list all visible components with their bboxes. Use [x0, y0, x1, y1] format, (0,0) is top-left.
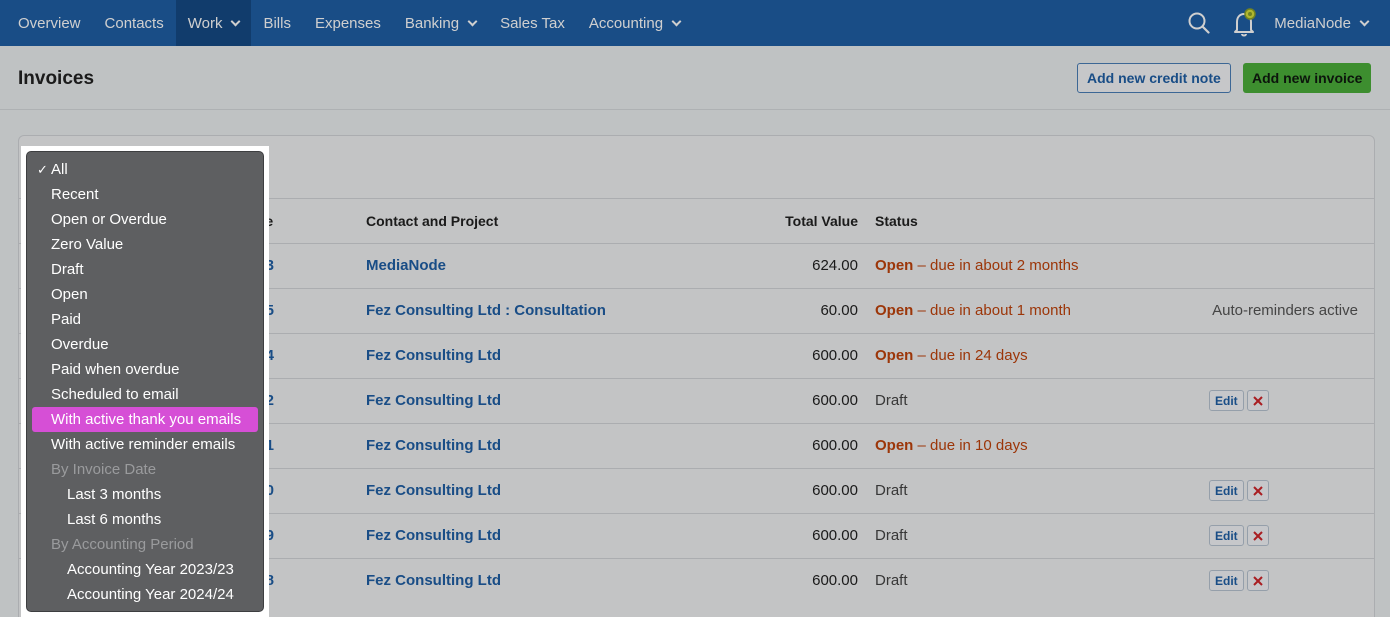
dropdown-group-header: By Invoice Date [27, 457, 263, 482]
dropdown-option[interactable]: Accounting Year 2024/24 [27, 582, 263, 607]
dropdown-option[interactable]: Overdue [27, 332, 263, 357]
dropdown-option[interactable]: Zero Value [27, 232, 263, 257]
dropdown-option[interactable]: Open or Overdue [27, 207, 263, 232]
dropdown-option[interactable]: Last 3 months [27, 482, 263, 507]
dropdown-option-label: Scheduled to email [51, 386, 179, 403]
dropdown-option[interactable]: Scheduled to email [27, 382, 263, 407]
dropdown-option[interactable]: Draft [27, 257, 263, 282]
dropdown-option[interactable]: Accounting Year 2023/23 [27, 557, 263, 582]
dropdown-option-label: Open or Overdue [51, 211, 167, 228]
filter-dropdown-menu: ✓ All Recent Open or Overdue Zero Value Draft… [26, 151, 264, 612]
dropdown-option-label: Paid [51, 311, 82, 328]
dropdown-option-label: Accounting Year 2023/23 [67, 561, 234, 578]
dropdown-option[interactable]: Recent [27, 182, 263, 207]
dropdown-option[interactable]: Paid when overdue [27, 357, 263, 382]
dropdown-option-label: Open [51, 286, 88, 303]
dropdown-option-label: Last 3 months [67, 486, 162, 503]
dropdown-option-label: All [51, 161, 68, 178]
dropdown-option-label: Recent [51, 186, 99, 203]
dropdown-option-label: Paid when overdue [51, 361, 180, 378]
check-icon: ✓ [37, 162, 48, 177]
dropdown-option-label: Accounting Year 2024/24 [67, 586, 234, 603]
dropdown-option[interactable]: With active reminder emails [27, 432, 263, 457]
dropdown-option-label: Zero Value [51, 236, 124, 253]
dropdown-option-label: By Accounting Period [51, 536, 194, 553]
dropdown-option[interactable]: Last 6 months [27, 507, 263, 532]
dropdown-option[interactable]: Open [27, 282, 263, 307]
dropdown-option[interactable]: ✓ All [27, 157, 263, 182]
dropdown-option-label: Overdue [51, 336, 109, 353]
dropdown-items: ✓ All Recent Open or Overdue Zero Value Draft… [27, 157, 263, 607]
dropdown-option-label: Draft [51, 261, 84, 278]
dropdown-group-header: By Accounting Period [27, 532, 263, 557]
dropdown-option[interactable]: With active thank you emails [32, 407, 258, 432]
dropdown-option[interactable]: Paid [27, 307, 263, 332]
dropdown-option-label: With active reminder emails [51, 436, 236, 453]
dropdown-option-label: By Invoice Date [51, 461, 157, 478]
dropdown-option-label: With active thank you emails [51, 411, 242, 428]
dropdown-option-label: Last 6 months [67, 511, 162, 528]
